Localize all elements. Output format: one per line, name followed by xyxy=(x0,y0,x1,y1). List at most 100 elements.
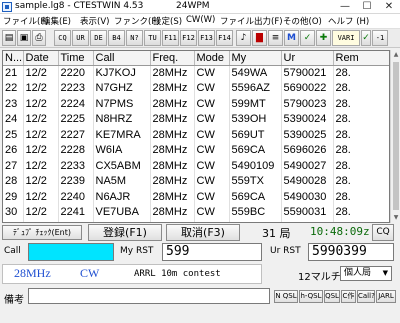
cq-button[interactable]: CQ xyxy=(54,30,71,46)
scroll-up-icon[interactable]: ▲ xyxy=(391,50,400,60)
maximize-button[interactable]: ☐ xyxy=(356,0,378,14)
log-row[interactable]: 3112/22242LU6EGP28MHzCW5490062559003228. xyxy=(3,220,389,222)
grid-icon[interactable]: ≡ xyxy=(268,30,283,46)
vari-value[interactable]: -1 xyxy=(372,30,388,46)
cell-ur: 5690022 xyxy=(281,80,334,96)
print-icon[interactable]: ⎙ xyxy=(32,30,46,46)
cell-number: 24 xyxy=(3,111,24,127)
c-saku-button[interactable]: C作 xyxy=(341,290,356,303)
call-query-button[interactable]: Call? xyxy=(357,290,375,303)
de-button[interactable]: DE xyxy=(90,30,107,46)
ur-button[interactable]: UR xyxy=(72,30,89,46)
cell-time: 2225 xyxy=(58,111,94,127)
remarks-input[interactable] xyxy=(28,288,270,304)
f14-button[interactable]: F14 xyxy=(216,30,233,46)
log-row[interactable]: 23 12/2 2224 N7PMS 28MHz CW 599MT 5790023 28. xyxy=(3,96,389,112)
b4-button[interactable]: B4 xyxy=(108,30,125,46)
ur-rst-input[interactable]: 5990399 xyxy=(308,243,394,261)
cell-time: 2228 xyxy=(58,142,94,158)
cell-my: 559TX xyxy=(229,173,282,189)
remarks-label: 備考 xyxy=(4,295,24,306)
log-row[interactable]: 25 12/2 2227 KE7MRA 28MHz CW 569UT 5390025 28. xyxy=(3,127,389,143)
cq-mode-button[interactable]: CQ xyxy=(372,224,394,241)
sound-icon[interactable]: ♪ xyxy=(236,30,251,46)
menu-edit[interactable]: 編集(E) xyxy=(42,15,71,27)
col-number[interactable]: N... xyxy=(3,51,24,66)
cell-mode: CW xyxy=(194,96,230,112)
col-call[interactable]: Call xyxy=(93,51,151,66)
cell-remarks: 28. xyxy=(333,204,389,220)
log-row[interactable]: 28 12/2 2239 NA5M 28MHz CW 559TX 5490028 28. xyxy=(3,173,389,189)
menu-export[interactable]: ファイル出力(F) xyxy=(220,15,283,27)
cell-call: N8HRZ xyxy=(93,111,151,127)
tu-button[interactable]: TU xyxy=(144,30,161,46)
vari-check-icon: ✓ xyxy=(361,30,371,46)
qsl-button[interactable]: QSL xyxy=(324,290,340,303)
register-button[interactable]: 登録(F1) xyxy=(88,224,162,241)
vari-toggle[interactable]: VARI xyxy=(332,30,360,46)
cell-time: 2239 xyxy=(58,173,94,189)
m-icon[interactable]: M xyxy=(284,30,299,46)
cell-call: NA5M xyxy=(93,173,151,189)
log-row[interactable]: 27 12/2 2233 CX5ABM 28MHz CW 5490109 5490027 28. xyxy=(3,158,389,174)
cell-freq: 28MHz xyxy=(150,204,195,220)
call-input[interactable] xyxy=(28,243,114,261)
category-prefix: 12マルチ xyxy=(298,272,341,283)
menu-help[interactable]: ヘルフ (H) xyxy=(328,15,369,27)
cell-mode: CW xyxy=(194,111,230,127)
close-button[interactable]: ✕ xyxy=(378,0,400,14)
log-row[interactable]: 30 12/2 2241 VE7UBA 28MHz CW 559BC 5590031 28. xyxy=(3,204,389,220)
col-freq[interactable]: Freq. xyxy=(150,51,195,66)
minimize-button[interactable]: — xyxy=(334,0,356,14)
category-select[interactable]: 個人局 ▼ xyxy=(340,266,392,281)
menu-other[interactable]: その他(O) xyxy=(283,15,322,27)
f11-button[interactable]: F11 xyxy=(162,30,179,46)
f13-button[interactable]: F13 xyxy=(198,30,215,46)
scroll-thumb[interactable] xyxy=(393,62,399,210)
jarl-button[interactable]: JARL xyxy=(376,290,396,303)
log-row[interactable]: 29 12/2 2240 N6AJR 28MHz CW 569CA 5490030 28. xyxy=(3,189,389,205)
menu-cw[interactable]: CW(W) xyxy=(186,15,215,25)
col-my[interactable]: My xyxy=(229,51,282,66)
n-query-button[interactable]: N? xyxy=(126,30,143,46)
window-title: sample.lg8 - CTESTWIN 4.53 xyxy=(15,1,144,11)
log-row[interactable]: 26 12/2 2228 W6IA 28MHz CW 569CA 5696026 28. xyxy=(3,142,389,158)
cell-ur: 5590032 xyxy=(281,220,334,222)
cell-date: 12/2 xyxy=(23,142,59,158)
cell-remarks: 28. xyxy=(333,65,389,81)
save-icon[interactable]: ▣ xyxy=(17,30,31,46)
cell-remarks: 28. xyxy=(333,111,389,127)
cell-mode: CW xyxy=(194,204,230,220)
qso-log-table[interactable]: N... Date Time Call Freq. Mode My Ur Rem… xyxy=(2,50,390,223)
category-value: 個人局 xyxy=(344,268,372,278)
dupe-check-button[interactable]: ﾃﾞｭﾌﾟ ﾁｪｯｸ(Ent) xyxy=(2,225,82,240)
cell-date: 12/2 xyxy=(23,220,59,222)
cell-ur: 5696026 xyxy=(281,142,334,158)
col-time[interactable]: Time xyxy=(58,51,94,66)
log-scrollbar[interactable]: ▲ ▼ xyxy=(390,50,400,223)
my-rst-input[interactable]: 599 xyxy=(162,243,262,261)
no-qsl-button[interactable]: N QSL xyxy=(274,290,298,303)
log-row[interactable]: 22 12/2 2223 N7GHZ 28MHz CW 5596AZ 5690022 28. xyxy=(3,80,389,96)
log-row[interactable]: 21 12/2 2220 KJ7KOJ 28MHz CW 549WA 5790021 28. xyxy=(3,65,389,81)
cell-date: 12/2 xyxy=(23,111,59,127)
cancel-button[interactable]: 取消(F3) xyxy=(166,224,240,241)
col-mode[interactable]: Mode xyxy=(194,51,230,66)
open-icon[interactable]: ▤ xyxy=(2,30,16,46)
log-row[interactable]: 24 12/2 2225 N8HRZ 28MHz CW 539OH 5390024 28. xyxy=(3,111,389,127)
col-date[interactable]: Date xyxy=(23,51,59,66)
f12-button[interactable]: F12 xyxy=(180,30,197,46)
plus-icon[interactable]: ✚ xyxy=(316,30,331,46)
check-icon[interactable]: ✓ xyxy=(300,30,315,46)
menu-settings[interactable]: 設定(S) xyxy=(153,15,182,27)
chart-icon[interactable]: ▇ xyxy=(252,30,267,46)
cell-remarks: 28. xyxy=(333,142,389,158)
cell-freq: 28MHz xyxy=(150,189,195,205)
cell-time: 2242 xyxy=(58,220,94,222)
h-qsl-button[interactable]: h-QSL xyxy=(299,290,323,303)
scroll-down-icon[interactable]: ▼ xyxy=(391,213,400,223)
col-ur[interactable]: Ur xyxy=(281,51,334,66)
cell-date: 12/2 xyxy=(23,65,59,81)
menu-view[interactable]: 表示(V) xyxy=(80,15,109,27)
col-remarks[interactable]: Rem xyxy=(333,51,389,66)
